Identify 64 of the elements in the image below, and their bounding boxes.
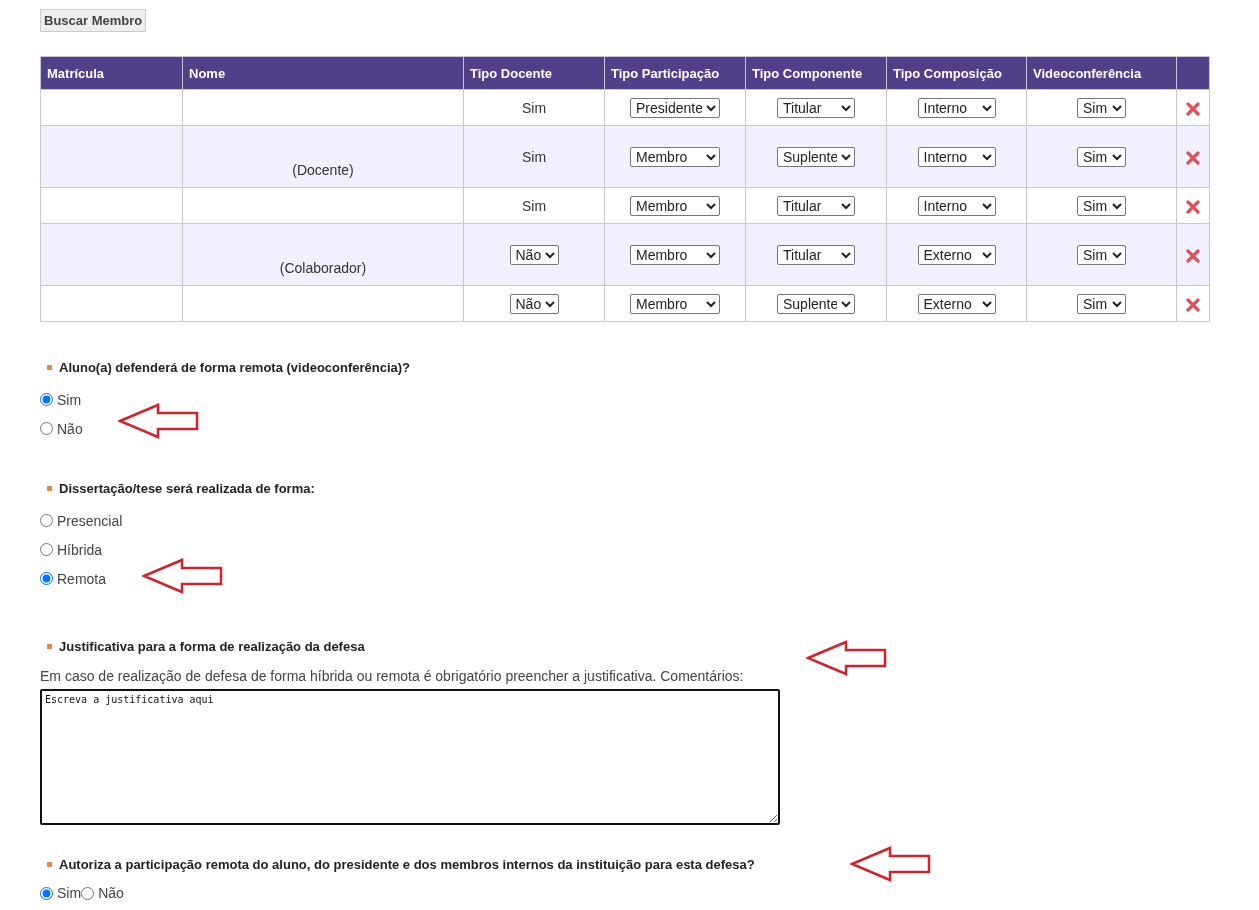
bullet-icon	[47, 644, 52, 649]
table-cell-text: Sim	[521, 197, 547, 214]
radio-button[interactable]	[40, 422, 53, 435]
column-header: Nome	[182, 56, 464, 90]
dropdown[interactable]: Externo	[917, 244, 996, 265]
dropdown[interactable]: Membro	[630, 146, 720, 167]
instruction-text: Em caso de realização de defesa de forma híbrida ou remota é obrigatório preencher a justificativa. Comentários:	[40, 668, 745, 684]
member-role-text: (Docente)	[292, 162, 354, 178]
delete-icon[interactable]	[1186, 101, 1200, 116]
bullet-icon	[47, 486, 52, 491]
radio-label[interactable]: Híbrida	[57, 541, 103, 558]
justification-field[interactable]: Escreva a justificativa aqui	[40, 689, 780, 825]
bullet-icon	[47, 862, 52, 867]
delete-icon[interactable]	[1186, 199, 1200, 214]
section-heading: Justificativa para a forma de realização da defesa	[59, 639, 365, 654]
section-heading: Dissertação/tese será realizada de forma:	[59, 481, 315, 496]
dropdown[interactable]: Sim	[1077, 293, 1126, 314]
column-header: Matrícula	[40, 56, 183, 90]
dropdown[interactable]: Sim	[1077, 146, 1126, 167]
dropdown[interactable]: Membro	[630, 195, 720, 216]
dropdown[interactable]: Não	[509, 244, 559, 265]
radio-button[interactable]	[40, 886, 53, 900]
dropdown[interactable]: Interno	[917, 146, 996, 167]
dropdown[interactable]: Interno	[917, 195, 996, 216]
member-role-text: (Colaborador)	[279, 260, 367, 276]
dropdown[interactable]: Externo	[917, 293, 996, 314]
bullet-icon	[47, 365, 52, 370]
radio-label[interactable]: Presencial	[57, 512, 123, 529]
dropdown[interactable]: Não	[509, 293, 559, 314]
dropdown[interactable]: Sim	[1077, 244, 1126, 265]
dropdown[interactable]: Titular	[777, 244, 855, 265]
column-header: Videoconferência	[1026, 56, 1177, 90]
column-header: Tipo Docente	[463, 56, 605, 90]
radio-button[interactable]	[40, 543, 53, 556]
search-member-button[interactable]: Buscar Membro	[40, 9, 147, 32]
radio-label[interactable]: Sim	[57, 391, 82, 408]
radio-button[interactable]	[40, 514, 53, 527]
radio-button[interactable]	[40, 572, 53, 585]
dropdown[interactable]: Suplente	[777, 293, 855, 314]
radio-label[interactable]: Sim	[57, 885, 82, 901]
dropdown[interactable]: Sim	[1077, 97, 1126, 118]
table-cell-text: Sim	[521, 99, 547, 116]
section-heading: Aluno(a) defenderá de forma remota (videoconferência)?	[59, 360, 411, 375]
column-header: Tipo Participação	[604, 56, 746, 90]
dropdown[interactable]: Membro	[630, 293, 720, 314]
dropdown[interactable]: Presidente	[630, 97, 720, 118]
table-cell-text: Sim	[521, 148, 547, 165]
dropdown[interactable]: Sim	[1077, 195, 1126, 216]
radio-label[interactable]: Não	[57, 420, 83, 437]
delete-icon[interactable]	[1186, 150, 1200, 165]
delete-icon[interactable]	[1186, 297, 1200, 312]
dropdown[interactable]: Membro	[630, 244, 720, 265]
radio-button[interactable]	[81, 886, 95, 900]
delete-icon[interactable]	[1186, 248, 1200, 263]
section-heading: Autoriza a participação remota do aluno, do presidente e dos membros internos da instituição para esta defesa?	[59, 857, 755, 872]
dropdown[interactable]: Titular	[777, 97, 855, 118]
column-header: Tipo Composição	[886, 56, 1027, 90]
dropdown[interactable]: Titular	[777, 195, 855, 216]
radio-label[interactable]: Não	[98, 885, 124, 901]
dropdown[interactable]: Interno	[917, 97, 996, 118]
dropdown[interactable]: Suplente	[777, 146, 855, 167]
radio-button[interactable]	[40, 393, 53, 406]
radio-label[interactable]: Remota	[57, 570, 107, 587]
column-header: Tipo Componente	[745, 56, 887, 90]
